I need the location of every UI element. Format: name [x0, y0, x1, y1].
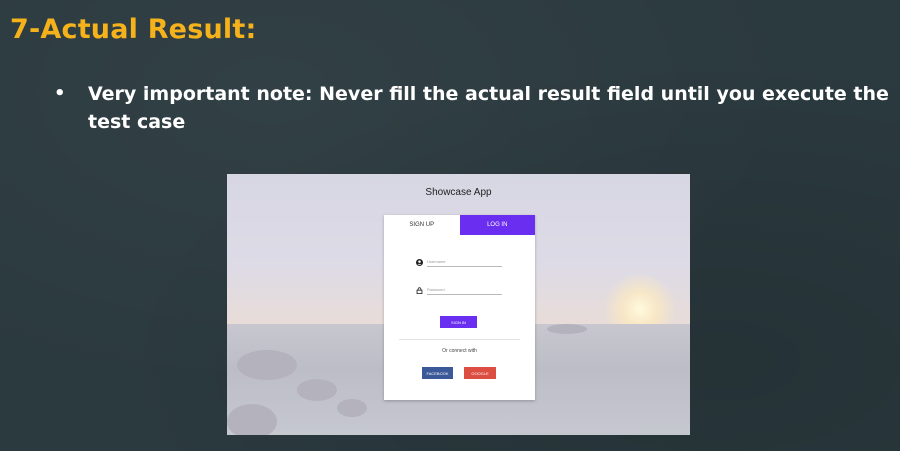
- sign-in-button[interactable]: SIGN IN: [440, 316, 477, 328]
- tab-sign-up[interactable]: SIGN UP: [384, 215, 460, 235]
- password-input[interactable]: [427, 285, 502, 295]
- username-input[interactable]: [427, 257, 502, 267]
- background-rock: [227, 404, 277, 435]
- background-rock: [547, 324, 587, 334]
- background-rock: [237, 350, 297, 380]
- app-screenshot: Showcase App SIGN UP LOG IN SIGN IN Or c…: [227, 174, 690, 435]
- bullet-item: • Very important note: Never fill the ac…: [54, 80, 894, 136]
- auth-tabs: SIGN UP LOG IN: [384, 215, 535, 235]
- bullet-marker: •: [54, 83, 66, 104]
- user-icon: [415, 258, 423, 266]
- background-rock: [337, 399, 367, 417]
- divider: [399, 339, 520, 340]
- app-title: Showcase App: [425, 187, 492, 198]
- google-button[interactable]: GOOGLE: [464, 367, 496, 379]
- login-card: SIGN UP LOG IN SIGN IN Or connect with F…: [384, 215, 535, 400]
- facebook-button[interactable]: FACEBOOK: [422, 367, 453, 379]
- username-field: [415, 257, 502, 267]
- bullet-text: Very important note: Never fill the actu…: [88, 83, 889, 133]
- lock-icon: [415, 286, 423, 294]
- slide-title: 7-Actual Result:: [10, 14, 257, 45]
- tab-log-in[interactable]: LOG IN: [459, 215, 535, 235]
- password-field: [415, 285, 502, 295]
- background-rock: [297, 379, 337, 401]
- or-connect-label: Or connect with: [442, 348, 477, 354]
